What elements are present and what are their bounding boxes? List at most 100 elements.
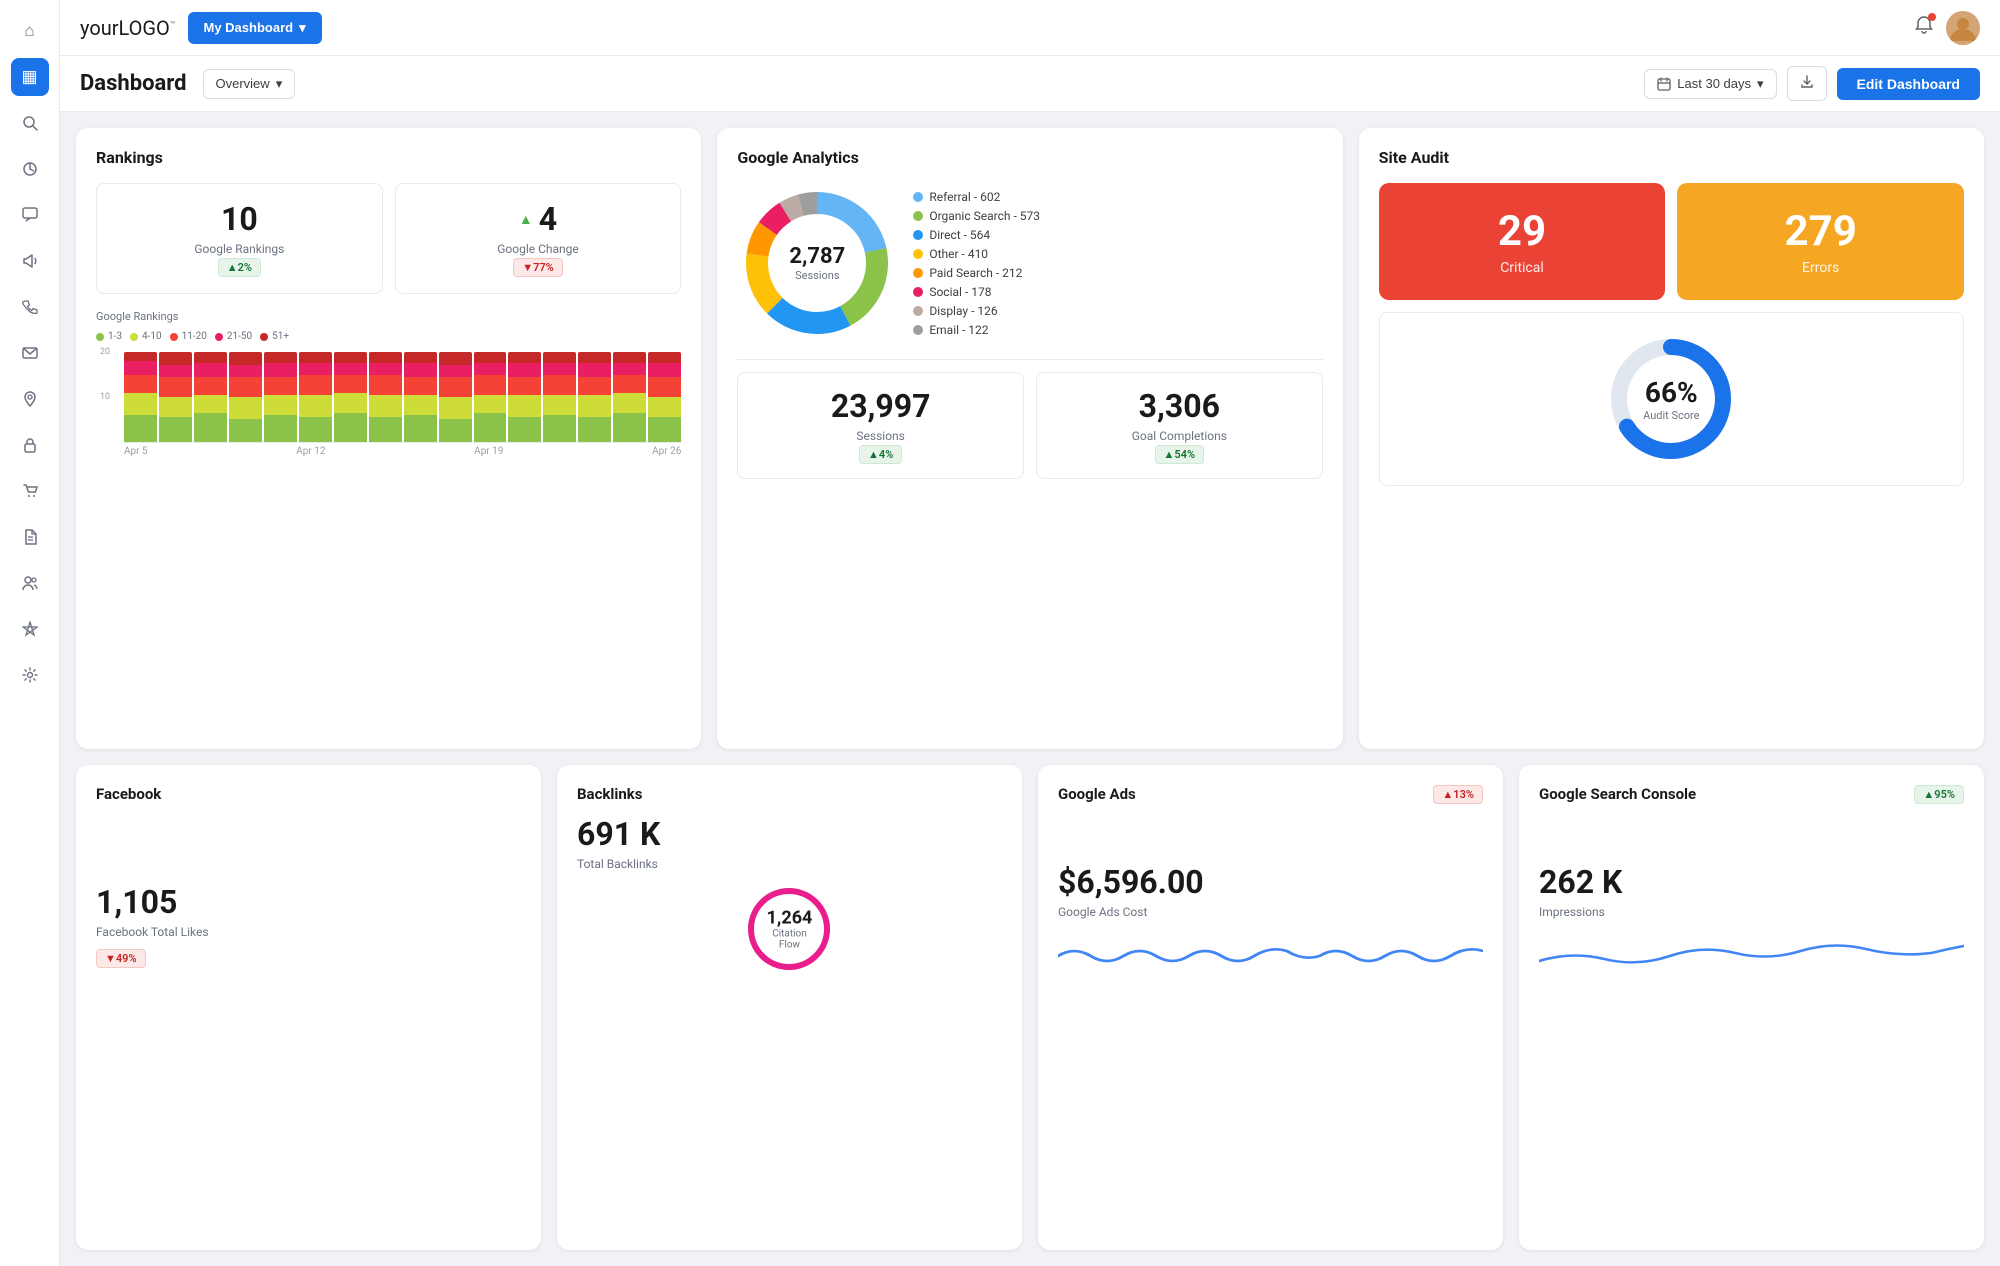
- audit-critical-box: 29 Critical: [1379, 183, 1666, 300]
- facebook-num: 1,105: [96, 883, 521, 921]
- sidebar-item-document[interactable]: [11, 518, 49, 556]
- backlinks-num: 691 K: [577, 815, 1002, 853]
- ads-badge: ▲13%: [1433, 785, 1483, 804]
- analytics-legend: Referral - 602 Organic Search - 573 Dire…: [913, 190, 1040, 337]
- gsc-wave-svg: [1539, 931, 1964, 971]
- sidebar-item-megaphone[interactable]: [11, 242, 49, 280]
- audit-score-donut: 66% Audit Score: [1601, 329, 1741, 469]
- audit-score-sub: Audit Score: [1643, 409, 1699, 422]
- notification-dot: [1928, 13, 1936, 21]
- google-change-badge: ▼77%: [513, 258, 563, 277]
- analytics-top: 2,787 Sessions Referral - 602 Organic Se…: [737, 183, 1322, 360]
- ads-wave-svg: [1058, 931, 1483, 971]
- sidebar: ⌂ ▦: [0, 0, 60, 1266]
- date-range-button[interactable]: Last 30 days ▾: [1644, 69, 1776, 99]
- x-label-apr5: Apr 5: [124, 446, 148, 457]
- analytics-donut-label: 2,787 Sessions: [789, 244, 845, 282]
- google-change-label: Google Change: [412, 242, 665, 256]
- analytics-sessions-big-label: Sessions: [752, 429, 1009, 443]
- legend-social: Social - 178: [913, 285, 1040, 299]
- sidebar-item-chat[interactable]: [11, 196, 49, 234]
- ads-num: $6,596.00: [1058, 863, 1483, 901]
- sidebar-item-shopping[interactable]: [11, 472, 49, 510]
- ads-wave-chart: [1058, 931, 1483, 975]
- bottom-row: Facebook 1,105 Facebook Total Likes ▼49%…: [76, 765, 1984, 1250]
- legend-email: Email - 122: [913, 323, 1040, 337]
- citation-donut-wrap: 1,264 Citation Flow: [577, 879, 1002, 979]
- analytics-goals-num: 3,306: [1051, 387, 1308, 425]
- audit-score-num: 66%: [1643, 376, 1699, 409]
- facebook-badge-wrap: ▼49%: [96, 947, 521, 968]
- gsc-wave-chart: [1539, 931, 1964, 975]
- analytics-goals-label: Goal Completions: [1051, 429, 1308, 443]
- google-ads-title: Google Ads: [1058, 785, 1136, 803]
- page-title: Dashboard: [80, 71, 187, 96]
- google-rankings-badge: ▲2%: [218, 258, 261, 277]
- ads-label: Google Ads Cost: [1058, 905, 1483, 919]
- sidebar-item-email[interactable]: [11, 334, 49, 372]
- logo-trademark: ™: [170, 20, 176, 30]
- audit-critical-num: 29: [1395, 207, 1650, 256]
- chart-title: Google Rankings: [96, 310, 681, 323]
- legend-4-10: 4-10: [130, 331, 162, 342]
- x-label-apr19: Apr 19: [474, 446, 503, 457]
- google-change-stat: ▲ 4 Google Change ▼77%: [395, 183, 682, 294]
- analytics-donut: 2,787 Sessions: [737, 183, 897, 343]
- sidebar-item-lock[interactable]: [11, 426, 49, 464]
- ads-spacer: [1058, 815, 1483, 855]
- download-button[interactable]: [1787, 66, 1827, 101]
- legend-11-20: 11-20: [170, 331, 207, 342]
- x-label-apr26: Apr 26: [652, 446, 681, 457]
- sidebar-item-settings[interactable]: [11, 656, 49, 694]
- sub-header-right: Last 30 days ▾ Edit Dashboard: [1644, 66, 1980, 101]
- avatar[interactable]: [1946, 11, 1980, 45]
- backlinks-label: Total Backlinks: [577, 857, 1002, 871]
- my-dashboard-button[interactable]: My Dashboard ▾: [188, 12, 322, 44]
- sidebar-item-integration[interactable]: [11, 610, 49, 648]
- logo: yourLOGO™: [80, 16, 176, 40]
- top-nav-left: yourLOGO™ My Dashboard ▾: [80, 12, 322, 44]
- google-rankings-label: Google Rankings: [113, 242, 366, 256]
- audit-top-row: 29 Critical 279 Errors: [1379, 183, 1964, 300]
- backlinks-title: Backlinks: [577, 785, 1002, 803]
- analytics-sessions-stat: 23,997 Sessions ▲4%: [737, 372, 1024, 479]
- analytics-sessions-big: 23,997: [752, 387, 1009, 425]
- x-label-apr12: Apr 12: [296, 446, 325, 457]
- audit-errors-label: Errors: [1693, 260, 1948, 276]
- chart-legend: 1-3 4-10 11-20 21-50 51+: [96, 331, 681, 342]
- rankings-chart-area: Google Rankings 1-3 4-10 11-20 21-50 51+…: [96, 310, 681, 457]
- edit-dashboard-button[interactable]: Edit Dashboard: [1837, 68, 1980, 100]
- sidebar-item-location[interactable]: [11, 380, 49, 418]
- sidebar-item-people[interactable]: [11, 564, 49, 602]
- google-search-console-card: Google Search Console ▲95% 262 K Impress…: [1519, 765, 1984, 1250]
- analytics-goals-stat: 3,306 Goal Completions ▲54%: [1036, 372, 1323, 479]
- facebook-badge: ▼49%: [96, 949, 146, 968]
- sidebar-item-home[interactable]: ⌂: [11, 12, 49, 50]
- sidebar-item-chart[interactable]: [11, 150, 49, 188]
- legend-referral: Referral - 602: [913, 190, 1040, 204]
- site-audit-title: Site Audit: [1379, 148, 1964, 167]
- audit-score-area: 66% Audit Score: [1379, 312, 1964, 486]
- sidebar-item-phone[interactable]: [11, 288, 49, 326]
- bar-chart-inner: [124, 352, 681, 442]
- dashboard: Rankings 10 Google Rankings ▲2% ▲ 4 Goog…: [60, 112, 2000, 1266]
- audit-score-label: 66% Audit Score: [1643, 376, 1699, 422]
- legend-display: Display - 126: [913, 304, 1040, 318]
- sidebar-item-search[interactable]: [11, 104, 49, 142]
- site-audit-card: Site Audit 29 Critical 279 Errors: [1359, 128, 1984, 749]
- audit-critical-label: Critical: [1395, 260, 1650, 276]
- notification-icon[interactable]: [1914, 15, 1934, 40]
- legend-direct: Direct - 564: [913, 228, 1040, 242]
- sessions-badge: ▲4%: [859, 445, 902, 464]
- sidebar-item-grid[interactable]: ▦: [11, 58, 49, 96]
- main-content: yourLOGO™ My Dashboard ▾ Dashboard Overv…: [60, 0, 2000, 1266]
- gsc-num: 262 K: [1539, 863, 1964, 901]
- citation-sub: Citation Flow: [764, 929, 814, 951]
- overview-dropdown[interactable]: Overview ▾: [203, 69, 296, 99]
- audit-errors-num: 279: [1693, 207, 1948, 256]
- citation-label-center: 1,264 Citation Flow: [764, 908, 814, 951]
- gsc-badge: ▲95%: [1914, 785, 1964, 804]
- top-nav-right: [1914, 11, 1980, 45]
- facebook-card: Facebook 1,105 Facebook Total Likes ▼49%: [76, 765, 541, 1250]
- top-nav: yourLOGO™ My Dashboard ▾: [60, 0, 2000, 56]
